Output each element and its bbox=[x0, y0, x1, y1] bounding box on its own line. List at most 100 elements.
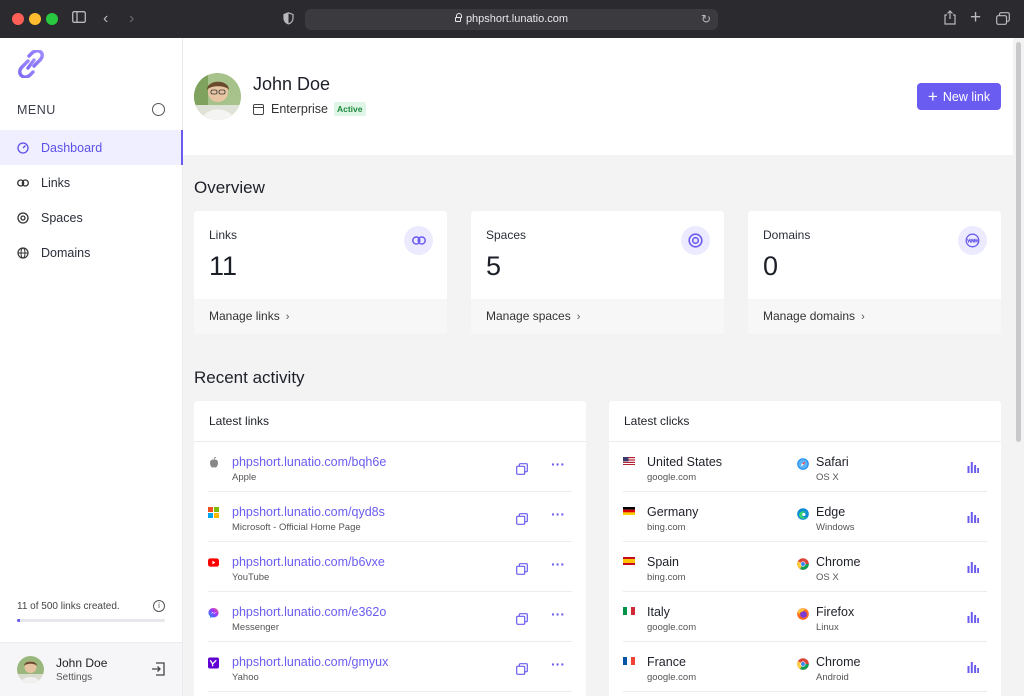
click-os: Linux bbox=[816, 622, 839, 633]
bar-chart-icon[interactable] bbox=[967, 660, 979, 673]
sidebar-toggle-icon[interactable] bbox=[72, 9, 86, 29]
more-options-icon[interactable]: ··· bbox=[551, 657, 565, 671]
plus-icon: + bbox=[927, 87, 938, 106]
click-referrer: bing.com bbox=[647, 522, 686, 533]
chevron-right-icon: › bbox=[285, 311, 290, 323]
apple-icon bbox=[208, 457, 219, 468]
link-title: Microsoft - Official Home Page bbox=[232, 522, 361, 533]
panel-title: Latest clicks bbox=[609, 401, 1001, 442]
bar-chart-icon[interactable] bbox=[967, 610, 979, 623]
click-country: Spain bbox=[647, 555, 679, 569]
close-window-button[interactable] bbox=[12, 13, 24, 25]
avatar[interactable] bbox=[17, 656, 44, 683]
list-item: phpshort.lunatio.com/b6vxe YouTube ··· bbox=[208, 542, 572, 592]
manage-links-link[interactable]: Manage links › bbox=[194, 299, 447, 334]
safari-icon bbox=[797, 457, 809, 470]
minimize-window-button[interactable] bbox=[29, 13, 41, 25]
click-country: Germany bbox=[647, 505, 699, 519]
short-link[interactable]: phpshort.lunatio.com/b6vxe bbox=[232, 555, 385, 569]
messenger-icon bbox=[208, 607, 219, 618]
page-scrollbar[interactable] bbox=[1013, 38, 1024, 696]
click-browser: Safari bbox=[816, 455, 849, 469]
link-title: Yahoo bbox=[232, 672, 259, 683]
firefox-icon bbox=[797, 607, 809, 620]
sidebar-item-domains[interactable]: Domains bbox=[0, 235, 183, 270]
card-label: Links bbox=[209, 228, 238, 242]
more-options-icon[interactable]: ··· bbox=[551, 507, 565, 521]
youtube-icon bbox=[208, 557, 219, 568]
new-link-button[interactable]: + New link bbox=[917, 83, 1001, 110]
latest-clicks-panel: Latest clicks United States google.com S… bbox=[609, 401, 1001, 696]
sidebar-item-spaces[interactable]: Spaces bbox=[0, 200, 183, 235]
info-icon[interactable]: i bbox=[153, 600, 165, 612]
bar-chart-icon[interactable] bbox=[967, 560, 979, 573]
links-usage-progress-fill bbox=[17, 619, 21, 622]
new-tab-icon[interactable]: + bbox=[970, 8, 981, 28]
chrome-icon bbox=[797, 657, 809, 670]
card-link-label: Manage links bbox=[209, 309, 280, 323]
click-os: Android bbox=[816, 672, 849, 683]
link-title: Messenger bbox=[232, 622, 279, 633]
sidebar-item-label: Links bbox=[41, 175, 71, 190]
sidebar-user[interactable]: John Doe Settings bbox=[0, 642, 182, 696]
click-browser: Edge bbox=[816, 505, 846, 519]
logout-icon[interactable] bbox=[151, 662, 165, 681]
copy-icon[interactable] bbox=[516, 462, 528, 475]
short-link[interactable]: phpshort.lunatio.com/gmyux bbox=[232, 655, 388, 669]
list-item: phpshort.lunatio.com/e362o Messenger ··· bbox=[208, 592, 572, 642]
back-icon[interactable]: ‹ bbox=[103, 9, 108, 29]
manage-domains-link[interactable]: Manage domains › bbox=[748, 299, 1001, 334]
sidebar-item-label: Spaces bbox=[41, 210, 83, 225]
list-item: phpshort.lunatio.com/qyd8s Microsoft - O… bbox=[208, 492, 572, 542]
card-label: Domains bbox=[763, 228, 811, 242]
address-url: phpshort.lunatio.com bbox=[465, 13, 569, 25]
share-icon[interactable] bbox=[944, 10, 956, 31]
address-bar[interactable]: phpshort.lunatio.com ↻ bbox=[305, 9, 718, 30]
tab-overview-icon[interactable] bbox=[996, 11, 1010, 31]
sidebar-item-dashboard[interactable]: Dashboard bbox=[0, 130, 183, 165]
zoom-window-button[interactable] bbox=[46, 13, 58, 25]
more-options-icon[interactable]: ··· bbox=[551, 607, 565, 621]
more-options-icon[interactable]: ··· bbox=[551, 557, 565, 571]
short-link[interactable]: phpshort.lunatio.com/bqh6e bbox=[232, 455, 386, 469]
click-os: OS X bbox=[816, 472, 839, 483]
settings-link[interactable]: Settings bbox=[56, 672, 92, 683]
sidebar-item-links[interactable]: Links bbox=[0, 165, 183, 200]
forward-icon[interactable]: › bbox=[129, 9, 134, 29]
plan-name: Enterprise bbox=[271, 102, 328, 116]
click-referrer: bing.com bbox=[647, 572, 686, 583]
list-item: Spain bing.com Chrome OS X bbox=[623, 542, 987, 592]
click-referrer: google.com bbox=[647, 472, 697, 483]
panel-title: Latest links bbox=[194, 401, 586, 442]
bar-chart-icon[interactable] bbox=[967, 510, 979, 523]
copy-icon[interactable] bbox=[516, 612, 528, 625]
copy-icon[interactable] bbox=[516, 662, 528, 675]
copy-icon[interactable] bbox=[516, 512, 528, 525]
manage-spaces-link[interactable]: Manage spaces › bbox=[471, 299, 724, 334]
calendar-icon bbox=[253, 103, 264, 115]
theme-toggle-icon[interactable] bbox=[152, 103, 165, 116]
links-usage-progress bbox=[17, 619, 165, 622]
latest-links-panel: Latest links phpshort.lunatio.com/bqh6e … bbox=[194, 401, 586, 696]
shield-icon[interactable] bbox=[283, 11, 294, 31]
overview-title: Overview bbox=[194, 178, 265, 197]
short-link[interactable]: phpshort.lunatio.com/e362o bbox=[232, 605, 386, 619]
chevron-right-icon: › bbox=[861, 311, 865, 323]
reload-icon[interactable]: ↻ bbox=[701, 9, 711, 30]
short-link[interactable]: phpshort.lunatio.com/qyd8s bbox=[232, 505, 385, 519]
plan-info[interactable]: Enterprise Active bbox=[253, 102, 366, 116]
france-flag-icon bbox=[623, 657, 635, 665]
more-options-icon[interactable]: ··· bbox=[551, 457, 565, 471]
card-link-label: Manage spaces bbox=[486, 309, 571, 323]
card-value: 0 bbox=[763, 251, 779, 281]
click-country: United States bbox=[647, 455, 723, 469]
bar-chart-icon[interactable] bbox=[967, 460, 979, 473]
link-icon bbox=[17, 177, 29, 189]
app-logo-icon[interactable] bbox=[16, 49, 46, 83]
copy-icon[interactable] bbox=[516, 562, 528, 575]
domains-card: Domains 0 Manage domains › bbox=[748, 211, 1001, 334]
scrollbar-thumb[interactable] bbox=[1016, 42, 1021, 442]
avatar bbox=[194, 73, 241, 120]
click-country: Italy bbox=[647, 605, 670, 619]
list-item: phpshort.lunatio.com/gmyux Yahoo ··· bbox=[208, 642, 572, 692]
